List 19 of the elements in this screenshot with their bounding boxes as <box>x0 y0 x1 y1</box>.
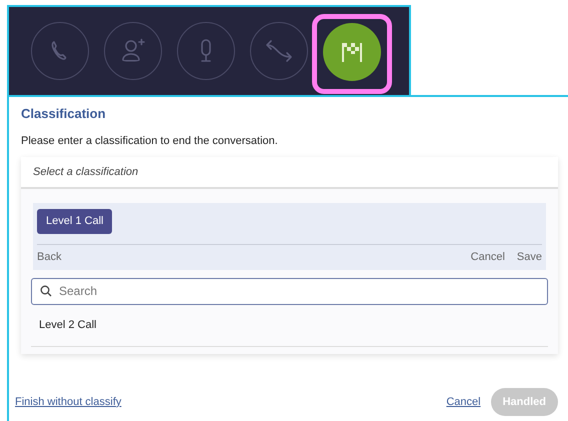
add-person-button[interactable] <box>104 22 162 80</box>
panel-title: Classification <box>21 105 107 123</box>
transfer-button[interactable] <box>250 22 308 80</box>
phone-button[interactable] <box>31 22 89 80</box>
selected-chip[interactable]: Level 1 Call <box>37 209 112 234</box>
cancel-button[interactable]: Cancel <box>470 248 505 266</box>
search-field[interactable]: Search <box>31 278 548 304</box>
microphone-button[interactable] <box>177 22 235 80</box>
cancel-link[interactable]: Cancel <box>446 394 481 410</box>
description-text: Please enter a classification to end the conversation. <box>21 134 279 148</box>
search-icon <box>40 284 52 296</box>
back-button[interactable]: Back <box>37 248 62 266</box>
add-person-icon <box>120 38 146 64</box>
finish-link[interactable]: Finish without classify <box>15 394 122 410</box>
classification-option[interactable]: Level 2 Call <box>39 316 96 334</box>
transfer-icon <box>265 39 293 63</box>
save-button[interactable]: Save <box>516 248 542 266</box>
selector-header: Select a classification <box>33 164 138 180</box>
checkered-flag-icon <box>340 40 364 64</box>
